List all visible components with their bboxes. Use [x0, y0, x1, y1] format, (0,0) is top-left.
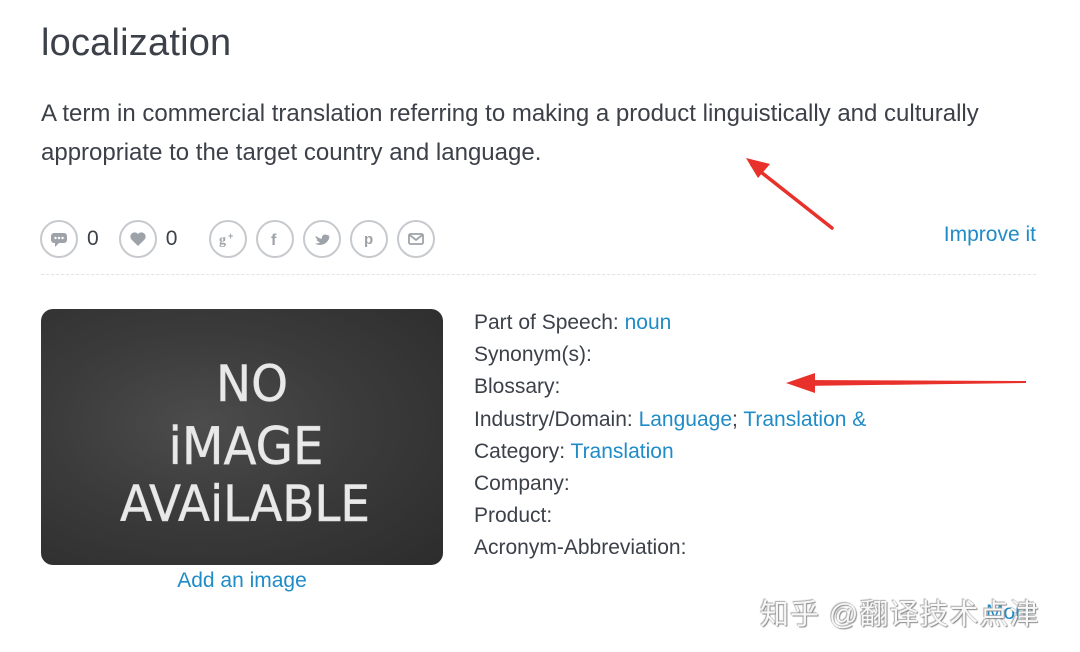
- watermark: 知乎 @翻译技术点津: [760, 599, 1040, 631]
- industry-label: Industry/Domain:: [474, 407, 633, 431]
- email-icon[interactable]: [397, 220, 436, 258]
- synonyms-label: Synonym(s):: [474, 343, 592, 367]
- pinterest-icon[interactable]: p: [350, 220, 389, 258]
- industry-translation-link[interactable]: Translation &: [743, 408, 866, 431]
- likes-count: 0: [165, 227, 178, 250]
- industry-row: Industry/Domain: Language; Translation &: [474, 404, 866, 436]
- no-image-placeholder: NO iMAGE AVAiLABLE: [41, 309, 443, 565]
- company-row: Company:: [474, 468, 866, 500]
- part-of-speech-link[interactable]: noun: [625, 311, 672, 334]
- google-plus-icon[interactable]: g +: [209, 220, 248, 258]
- part-of-speech-row: Part of Speech: noun: [474, 307, 866, 339]
- comment-icon[interactable]: [40, 220, 78, 258]
- improve-it-link[interactable]: Improve it: [944, 223, 1036, 247]
- acronym-label: Acronym-Abbreviation:: [474, 536, 687, 560]
- facebook-icon[interactable]: f: [256, 220, 295, 258]
- placeholder-line-3: AVAiLABLE: [120, 475, 370, 533]
- term-title: localization: [41, 22, 232, 64]
- category-link[interactable]: Translation: [571, 440, 674, 463]
- add-image-link[interactable]: Add an image: [41, 569, 443, 593]
- product-row: Product:: [474, 500, 866, 532]
- section-divider: [41, 274, 1036, 275]
- svg-text:g: g: [219, 233, 226, 248]
- term-definition: A term in commercial translation referri…: [41, 100, 979, 166]
- category-row: Category: Translation: [474, 436, 866, 468]
- industry-language-link[interactable]: Language: [639, 408, 732, 431]
- action-bar: 0 0 g + f p: [40, 220, 436, 258]
- category-label: Category:: [474, 439, 566, 463]
- svg-text:f: f: [271, 232, 277, 249]
- product-label: Product:: [474, 504, 553, 528]
- blossary-row: Blossary:: [474, 371, 866, 403]
- synonyms-row: Synonym(s):: [474, 339, 866, 371]
- twitter-icon[interactable]: [303, 220, 342, 258]
- company-label: Company:: [474, 472, 570, 496]
- svg-text:p: p: [364, 231, 373, 248]
- part-of-speech-label: Part of Speech:: [474, 311, 619, 334]
- placeholder-line-1: NO: [216, 355, 288, 413]
- term-details: Part of Speech: noun Synonym(s): Blossar…: [474, 307, 866, 565]
- industry-separator: ;: [732, 407, 738, 431]
- heart-icon[interactable]: [118, 220, 157, 258]
- comments-count: 0: [87, 227, 99, 250]
- placeholder-line-2: iMAGE: [169, 417, 324, 477]
- svg-text:+: +: [228, 231, 233, 241]
- blossary-label: Blossary:: [474, 375, 561, 399]
- acronym-row: Acronym-Abbreviation:: [474, 532, 866, 564]
